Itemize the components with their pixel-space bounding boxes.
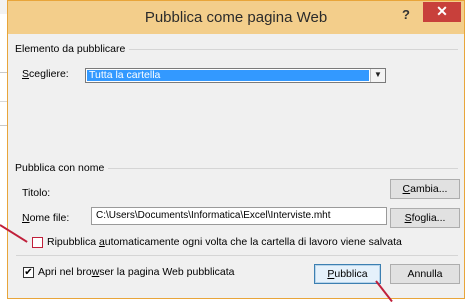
help-button[interactable]: ? bbox=[402, 7, 410, 22]
checkmark-icon: ✔ bbox=[24, 267, 33, 278]
choose-label: Scegliere: bbox=[22, 68, 69, 80]
open-in-browser-checkbox[interactable]: ✔ bbox=[23, 267, 34, 278]
title-bar: Pubblica come pagina Web ? ✕ bbox=[8, 1, 464, 34]
auto-republish-label: Ripubblica automaticamente ogni volta ch… bbox=[47, 236, 402, 248]
dropdown-selected-value: Tutta la cartella bbox=[87, 70, 369, 81]
filename-label: Nome file: bbox=[22, 212, 70, 224]
change-title-button[interactable]: Cambia... bbox=[390, 179, 460, 199]
choose-dropdown[interactable]: Tutta la cartella ▼ bbox=[85, 68, 386, 83]
publish-web-page-dialog: Pubblica come pagina Web ? ✕ Elemento da… bbox=[7, 0, 465, 299]
open-in-browser-label: Apri nel browser la pagina Web pubblicat… bbox=[38, 266, 235, 278]
footer-divider bbox=[16, 255, 458, 256]
auto-republish-checkbox[interactable] bbox=[32, 237, 43, 248]
browse-button[interactable]: Sfoglia... bbox=[390, 208, 460, 228]
chevron-down-icon[interactable]: ▼ bbox=[370, 69, 385, 82]
group-label-item-to-publish: Elemento da pubblicare bbox=[15, 43, 130, 55]
title-label: Titolo: bbox=[22, 187, 51, 199]
group-label-publish-as: Pubblica con nome bbox=[15, 162, 109, 174]
close-button[interactable]: ✕ bbox=[423, 2, 461, 22]
publish-button[interactable]: Pubblica bbox=[314, 264, 381, 284]
filename-field[interactable]: C:\Users\Documents\Informatica\Excel\Int… bbox=[91, 207, 387, 225]
dialog-title: Pubblica come pagina Web bbox=[144, 9, 328, 26]
cancel-button[interactable]: Annulla bbox=[390, 264, 460, 284]
